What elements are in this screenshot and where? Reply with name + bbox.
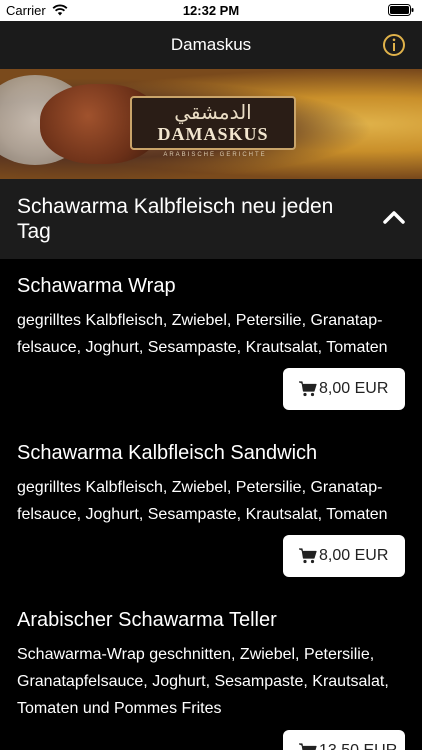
chevron-up-icon[interactable] <box>382 207 406 227</box>
menu-item-name: Arabischer Schawarma Teller <box>17 609 277 631</box>
logo-subtitle: ARABISCHE GERICHTE <box>163 152 267 158</box>
status-time: 12:32 PM <box>182 3 240 18</box>
price-label: 8,00 EUR <box>319 380 389 397</box>
add-to-cart-button[interactable]: 8,00 EUR <box>283 368 405 410</box>
price-label: 8,00 EUR <box>319 547 389 564</box>
restaurant-logo: الدمشقي DAMASKUS <box>130 96 296 150</box>
menu-item-name: Schawarma Wrap <box>17 275 176 297</box>
menu-item-description: gegrilltes Kalbfleisch, Zwiebel, Petersi… <box>17 479 388 523</box>
category-title: Schawarma Kalbfleisch neu jeden Tag <box>17 195 334 243</box>
battery-icon <box>388 4 414 16</box>
navigation-bar: Damaskus <box>0 21 422 69</box>
logo-name-text: DAMASKUS <box>157 124 269 144</box>
price-label: 13,50 EUR <box>319 742 397 750</box>
shopping-cart-icon <box>299 381 317 397</box>
category-header[interactable]: Schawarma Kalbfleisch neu jeden Tag <box>0 179 422 259</box>
shopping-cart-icon <box>299 548 317 564</box>
menu-item-name: Schawarma Kalbfleisch Sandwich <box>17 442 318 464</box>
shopping-cart-icon <box>299 743 317 750</box>
page-title: Damaskus <box>170 35 252 54</box>
hero-banner-image: الدمشقي DAMASKUS ARABISCHE GERICHTE <box>0 69 422 179</box>
add-to-cart-button[interactable]: 8,00 EUR <box>283 535 405 577</box>
add-to-cart-button[interactable]: 13,50 EUR <box>283 730 405 750</box>
menu-item: Arabischer Schawarma Teller Schawarma-Wr… <box>0 593 422 750</box>
menu-item-description: Schawarma-Wrap geschnitten, Zwiebel, Pet… <box>17 646 389 717</box>
status-bar: Carrier 12:32 PM <box>0 0 422 21</box>
logo-arabic-text: الدمشقي <box>174 100 252 124</box>
menu-item: Schawarma Kalbfleisch Sandwich gegrillte… <box>0 426 422 593</box>
menu-item-description: gegrilltes Kalbfleisch, Zwiebel, Petersi… <box>17 312 388 356</box>
info-circle-icon[interactable] <box>382 33 406 57</box>
menu-item: Schawarma Wrap gegrilltes Kalbfleisch, Z… <box>0 259 422 426</box>
